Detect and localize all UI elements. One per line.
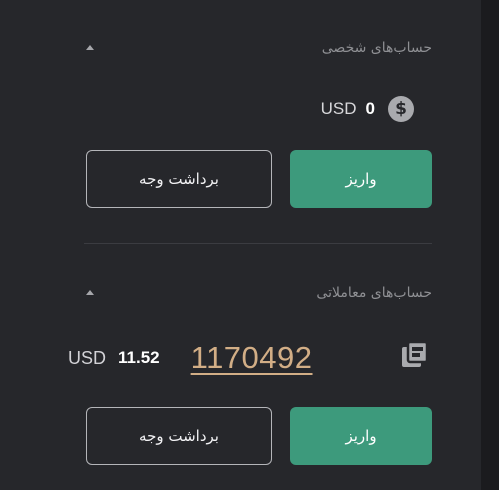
collapse-caret-icon[interactable] — [86, 290, 94, 295]
personal-currency: USD — [320, 99, 357, 118]
dollar-coin-icon: $ — [388, 96, 414, 122]
trading-deposit-button[interactable]: واریز — [290, 407, 432, 465]
personal-withdraw-button[interactable]: برداشت وجه — [86, 150, 272, 208]
accounts-panel: حساب‌های شخصی USD 0 $ برداشت وجه واریز ح… — [0, 0, 481, 490]
trading-account-row: USD 11.52 1170492 — [68, 338, 313, 378]
personal-balance-amount: 0 — [365, 99, 375, 118]
trading-accounts-title: حساب‌های معاملاتی — [316, 285, 432, 301]
scrollbar-track[interactable] — [481, 0, 499, 490]
trading-balance-amount: 11.52 — [118, 348, 160, 367]
personal-accounts-header[interactable]: حساب‌های شخصی — [84, 36, 432, 60]
section-divider — [84, 243, 432, 244]
trading-account-number-link[interactable]: 1170492 — [191, 340, 313, 376]
personal-deposit-button[interactable]: واریز — [290, 150, 432, 208]
copy-icon[interactable] — [396, 339, 432, 371]
trading-withdraw-button[interactable]: برداشت وجه — [86, 407, 272, 465]
trading-accounts-header[interactable]: حساب‌های معاملاتی — [84, 281, 432, 305]
personal-accounts-title: حساب‌های شخصی — [321, 40, 432, 56]
collapse-caret-icon[interactable] — [86, 45, 94, 50]
personal-balance: USD 0 $ — [321, 94, 414, 124]
trading-currency: USD — [68, 347, 107, 368]
